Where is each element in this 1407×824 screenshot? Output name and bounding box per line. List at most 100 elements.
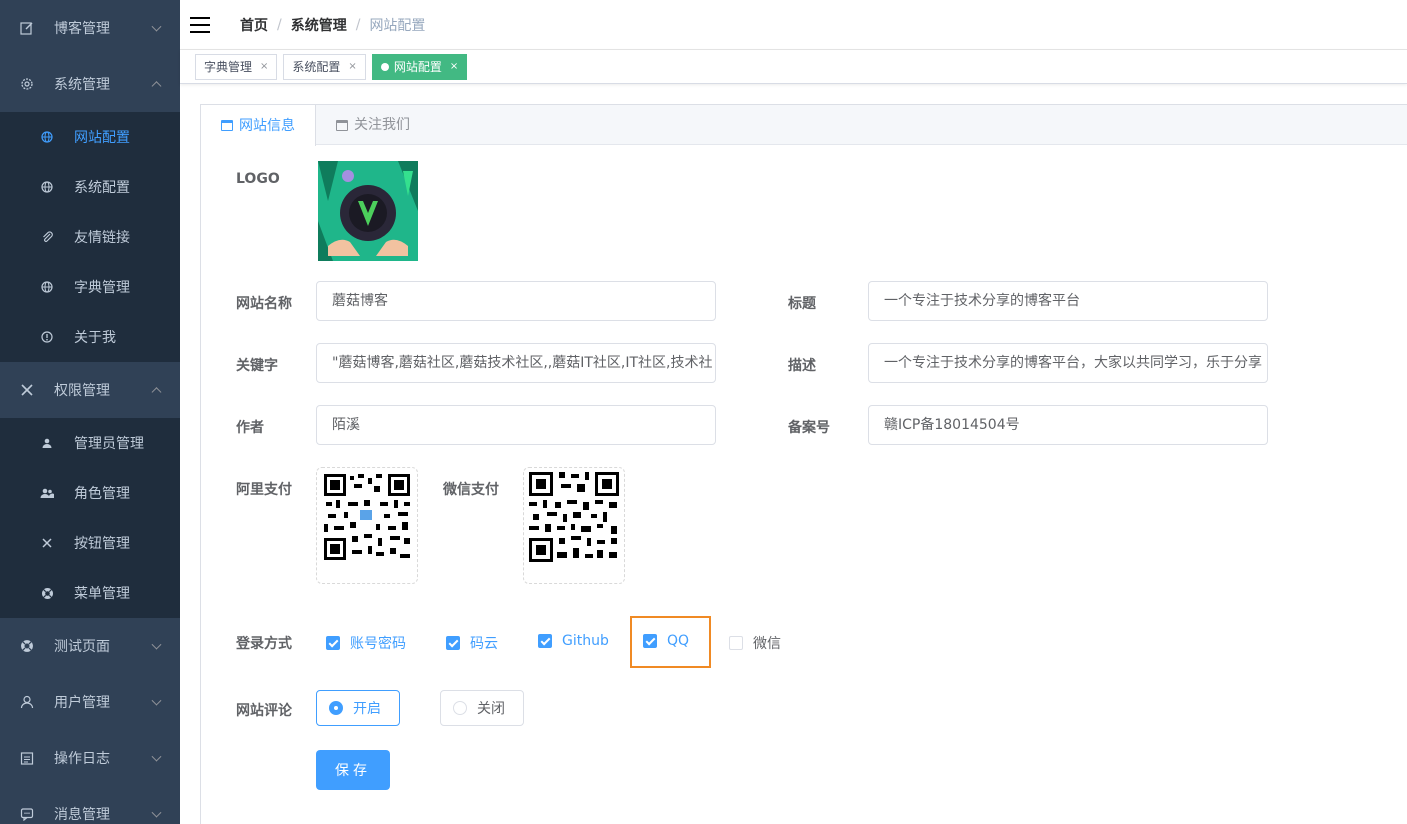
menu-label: 用户管理 — [54, 695, 110, 711]
name-label: 网站名称 — [236, 296, 292, 312]
comment-label: 网站评论 — [236, 703, 292, 719]
user-icon — [40, 437, 54, 449]
close-icon[interactable]: × — [348, 55, 356, 79]
sidebar-item-about[interactable]: 关于我 — [0, 312, 180, 362]
menu-blog[interactable]: 博客管理 — [0, 0, 180, 56]
sidebar-item-role[interactable]: 角色管理 — [0, 468, 180, 518]
logo-image[interactable] — [318, 161, 418, 261]
login-checkbox-gitee[interactable]: 码云 — [446, 633, 498, 653]
sub-label: 管理员管理 — [74, 436, 144, 452]
checkbox-checked-icon — [643, 634, 657, 648]
menu-label: 权限管理 — [54, 383, 110, 399]
wechatpay-qr-upload[interactable] — [523, 467, 625, 584]
sidebar-item-button[interactable]: 按钮管理 — [0, 518, 180, 568]
sidebar-item-website-config[interactable]: 网站配置 — [0, 112, 180, 162]
lifebuoy-icon — [20, 639, 34, 653]
tab-label: 网站信息 — [239, 117, 295, 134]
tag-website-config[interactable]: 网站配置 × — [371, 53, 468, 80]
tab-follow-us[interactable]: 关注我们 — [316, 105, 430, 145]
tab-website-info[interactable]: 网站信息 — [201, 105, 316, 146]
checkbox-label: 账号密码 — [350, 636, 406, 652]
login-method-label: 登录方式 — [236, 636, 292, 652]
close-icon[interactable]: × — [450, 55, 458, 79]
hamburger-icon[interactable] — [190, 16, 210, 33]
menu-user[interactable]: 用户管理 — [0, 674, 180, 730]
sub-label: 关于我 — [74, 330, 116, 346]
menu-permission[interactable]: 权限管理 — [0, 362, 180, 418]
chevron-down-icon — [151, 695, 162, 706]
keywords-label: 关键字 — [236, 358, 278, 374]
sidebar-item-dict[interactable]: 字典管理 — [0, 262, 180, 312]
record-input[interactable]: 赣ICP备18014504号 — [868, 405, 1268, 445]
sidebar-item-admin[interactable]: 管理员管理 — [0, 418, 180, 468]
users-icon — [40, 487, 54, 499]
keywords-input[interactable]: "蘑菇博客,蘑菇社区,蘑菇技术社区,,蘑菇IT社区,IT社区,技术社 — [316, 343, 716, 383]
tag-label: 系统配置 — [292, 59, 341, 74]
login-checkbox-wechat[interactable]: 微信 — [729, 633, 781, 653]
menu-test[interactable]: 测试页面 — [0, 618, 180, 674]
tag-label: 网站配置 — [393, 59, 442, 74]
login-checkbox-github[interactable]: Github — [538, 633, 609, 649]
lifebuoy-icon — [40, 587, 54, 600]
active-dot-icon — [380, 62, 389, 71]
checkbox-checked-icon — [326, 636, 340, 650]
wechatpay-label: 微信支付 — [443, 482, 499, 498]
tabs-header: 网站信息 关注我们 — [201, 105, 1407, 146]
site-name-input[interactable]: 蘑菇博客 — [316, 281, 716, 321]
sub-label: 角色管理 — [74, 486, 130, 502]
tab-label: 关注我们 — [354, 117, 410, 133]
chevron-up-icon — [151, 387, 162, 398]
breadcrumb-system[interactable]: 系统管理 — [291, 15, 347, 35]
checkbox-label: Github — [562, 633, 609, 649]
title-label: 标题 — [788, 296, 816, 312]
menu-label: 测试页面 — [54, 639, 110, 655]
close-icon[interactable]: × — [260, 55, 268, 79]
author-label: 作者 — [236, 420, 264, 436]
tag-dict[interactable]: 字典管理 × — [195, 53, 278, 80]
login-checkbox-account[interactable]: 账号密码 — [326, 633, 406, 653]
info-icon — [40, 331, 54, 343]
calendar-icon — [20, 751, 34, 765]
description-input[interactable]: 一个专注于技术分享的博客平台，大家以共同学习，乐于分享 — [868, 343, 1268, 383]
chevron-down-icon — [151, 639, 162, 650]
comment-radio-on[interactable]: 开启 — [316, 690, 400, 726]
menu-label: 消息管理 — [54, 807, 110, 823]
checkbox-unchecked-icon — [729, 636, 743, 650]
edit-icon — [20, 21, 34, 35]
chevron-down-icon — [151, 21, 162, 32]
navbar: 首页 / 系统管理 / 网站配置 — [180, 0, 1407, 50]
tags-view: 字典管理 × 系统配置 × 网站配置 × — [180, 50, 1407, 84]
breadcrumb-home[interactable]: 首页 — [240, 15, 268, 35]
breadcrumb-separator: / — [277, 16, 282, 33]
checkbox-label: QQ — [667, 633, 690, 649]
login-checkbox-qq[interactable]: QQ — [643, 633, 689, 649]
tools-icon — [40, 537, 54, 549]
sidebar-item-system-config[interactable]: 系统配置 — [0, 162, 180, 212]
record-label: 备案号 — [788, 420, 830, 436]
menu-label: 系统管理 — [54, 77, 110, 93]
alipay-qr-upload[interactable] — [316, 467, 418, 584]
tag-system-config[interactable]: 系统配置 × — [283, 53, 366, 80]
logo-label: LOGO — [236, 171, 280, 187]
save-button[interactable]: 保存 — [316, 750, 390, 790]
alipay-label: 阿里支付 — [236, 482, 292, 498]
checkbox-label: 微信 — [753, 636, 781, 652]
menu-system[interactable]: 系统管理 — [0, 56, 180, 112]
menu-message[interactable]: 消息管理 — [0, 786, 180, 824]
menu-label: 博客管理 — [54, 21, 110, 37]
menu-log[interactable]: 操作日志 — [0, 730, 180, 786]
radio-label: 开启 — [353, 701, 381, 717]
sidebar-item-links[interactable]: 友情链接 — [0, 212, 180, 262]
breadcrumb-current: 网站配置 — [369, 17, 426, 34]
globe-icon — [40, 181, 54, 193]
checkbox-label: 码云 — [470, 636, 498, 652]
sub-label: 系统配置 — [74, 180, 130, 196]
calendar-icon — [336, 119, 348, 131]
sidebar-item-menu[interactable]: 菜单管理 — [0, 568, 180, 618]
comment-radio-off[interactable]: 关闭 — [440, 690, 524, 726]
author-input[interactable]: 陌溪 — [316, 405, 716, 445]
globe-icon — [40, 281, 54, 293]
title-input[interactable]: 一个专注于技术分享的博客平台 — [868, 281, 1268, 321]
description-label: 描述 — [788, 358, 816, 374]
checkbox-checked-icon — [446, 636, 460, 650]
